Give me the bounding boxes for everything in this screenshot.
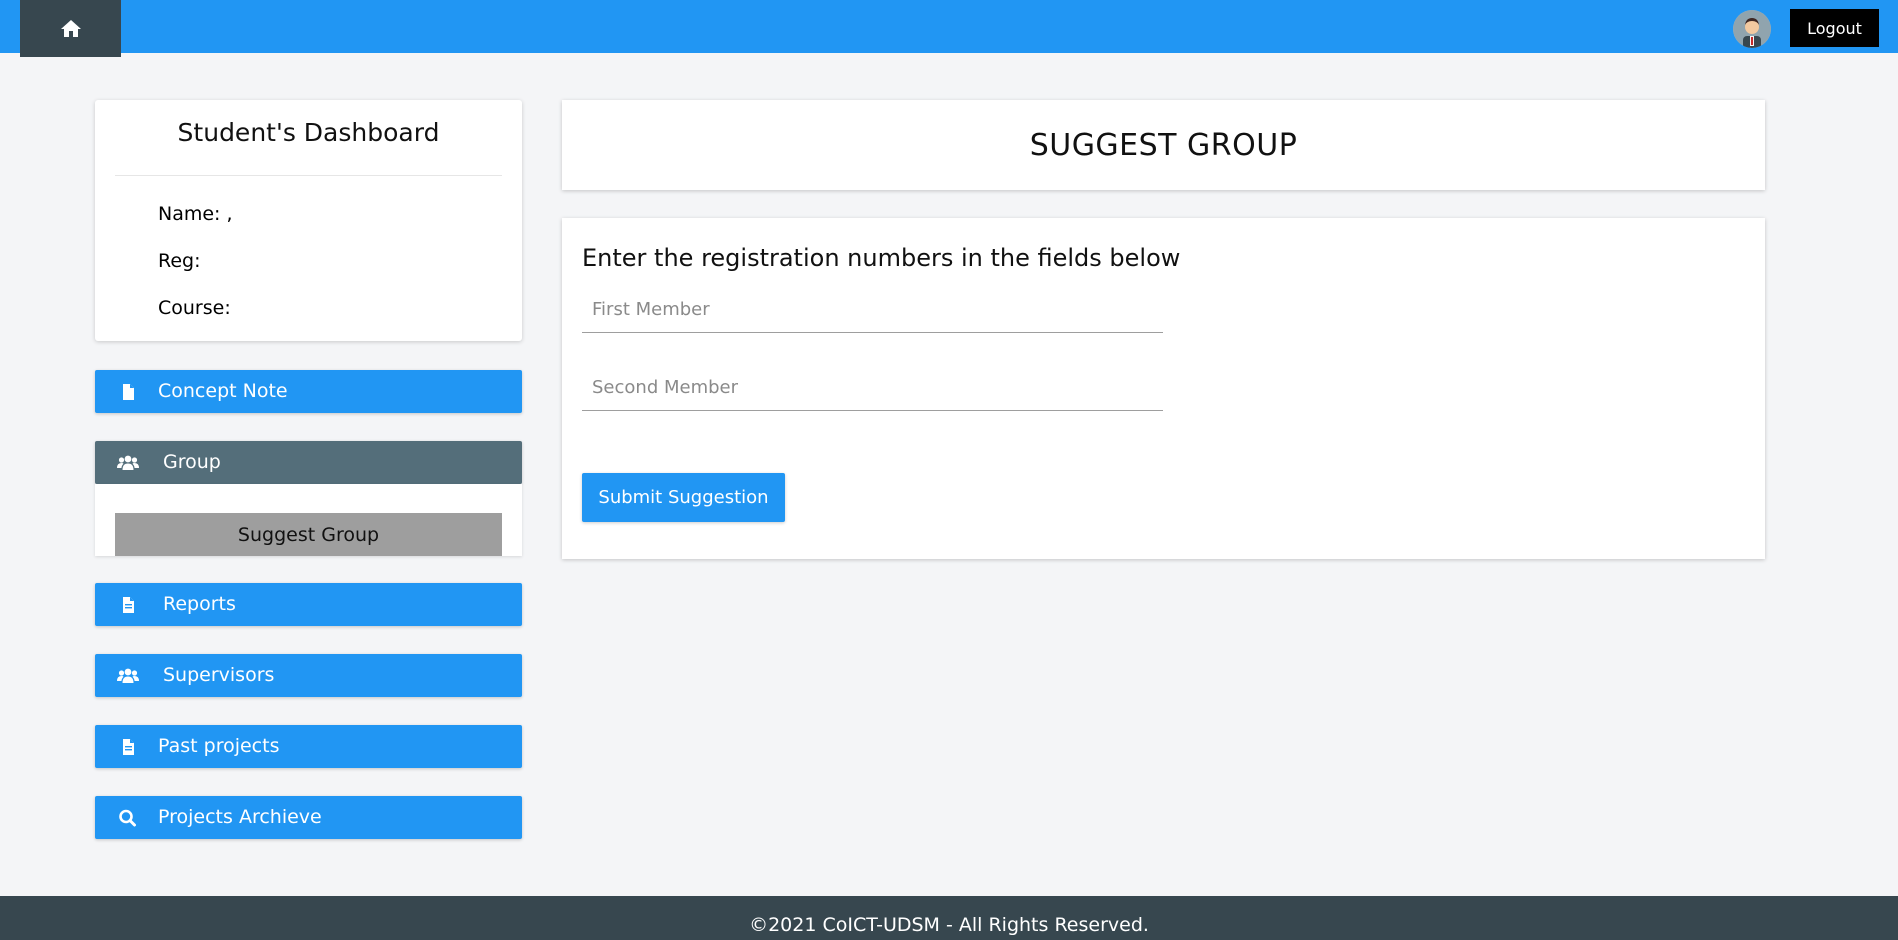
avatar-icon	[1733, 10, 1771, 48]
file-icon	[123, 597, 134, 613]
group-submenu: Suggest Group	[95, 484, 522, 556]
second-member-input[interactable]	[582, 365, 1163, 411]
page-header-card: SUGGEST GROUP	[562, 100, 1765, 190]
home-icon	[60, 20, 81, 37]
first-member-input[interactable]	[582, 287, 1163, 333]
sidebar-item-label: Past projects	[158, 735, 280, 757]
sidebar-item-concept-note[interactable]: Concept Note	[95, 370, 522, 413]
home-button[interactable]	[20, 0, 121, 57]
sidebar-item-label: Supervisors	[163, 664, 275, 686]
divider	[115, 175, 502, 176]
page-title: SUGGEST GROUP	[1029, 127, 1298, 163]
top-navbar: Logout	[0, 0, 1898, 57]
sidebar-item-supervisors[interactable]: Supervisors	[95, 654, 522, 697]
sidebar-item-reports[interactable]: Reports	[95, 583, 522, 626]
sidebar-item-label: Projects Archieve	[158, 806, 322, 828]
submenu-item-suggest-group[interactable]: Suggest Group	[115, 513, 502, 556]
student-course: Course:	[158, 297, 231, 319]
dashboard-title: Student's Dashboard	[177, 118, 440, 147]
footer: ©2021 CoICT-UDSM - All Rights Reserved.	[0, 896, 1898, 940]
users-icon	[117, 668, 139, 683]
sidebar-item-label: Concept Note	[158, 380, 288, 402]
form-instructions: Enter the registration numbers in the fi…	[582, 244, 1181, 272]
file-icon	[123, 384, 134, 400]
users-icon	[117, 455, 139, 470]
sidebar-item-past-projects[interactable]: Past projects	[95, 725, 522, 768]
logout-button[interactable]: Logout	[1790, 9, 1879, 47]
submit-suggestion-button[interactable]: Submit Suggestion	[582, 473, 785, 522]
sidebar-item-projects-archive[interactable]: Projects Archieve	[95, 796, 522, 839]
copyright-text: ©2021 CoICT-UDSM - All Rights Reserved.	[749, 914, 1149, 936]
sidebar-item-label: Reports	[163, 593, 236, 615]
search-icon	[119, 809, 136, 827]
sidebar-item-label: Group	[163, 451, 221, 473]
file-icon	[123, 739, 134, 755]
profile-card: Student's Dashboard Name: , Reg: Course:	[95, 100, 522, 341]
user-avatar[interactable]	[1733, 10, 1771, 48]
suggest-group-form: Enter the registration numbers in the fi…	[562, 218, 1765, 559]
student-reg: Reg:	[158, 250, 201, 272]
student-name: Name: ,	[158, 203, 233, 225]
sidebar-item-group[interactable]: Group	[95, 441, 522, 484]
